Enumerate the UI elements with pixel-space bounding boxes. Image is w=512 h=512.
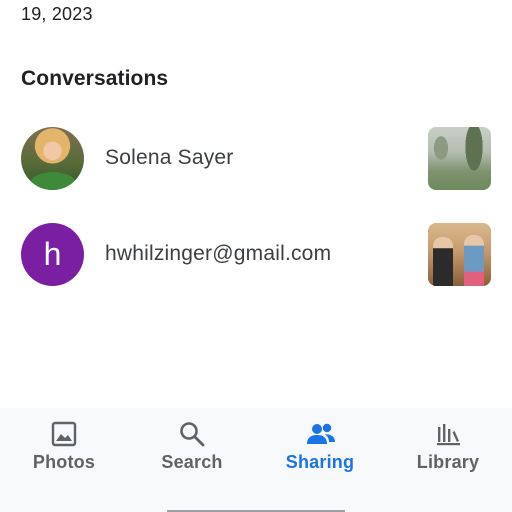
avatar-photo-figure [29, 172, 77, 190]
thumbnail-detail [463, 127, 485, 177]
search-icon [178, 420, 206, 448]
nav-tab-sharing[interactable]: Sharing [256, 408, 384, 498]
thumbnail-detail [433, 237, 453, 286]
people-icon [306, 420, 335, 448]
nav-label: Library [416, 452, 480, 472]
conversations-heading: Conversations [21, 67, 169, 90]
conversation-row[interactable]: h hwhilzinger@gmail.com [0, 214, 512, 294]
thumbnail-detail [464, 235, 484, 286]
photo-icon [50, 420, 78, 448]
contact-avatar [21, 127, 84, 190]
conversation-thumbnail [428, 223, 491, 286]
nav-label: Search [161, 452, 223, 472]
conversation-thumbnail [428, 127, 491, 190]
library-icon [434, 420, 462, 448]
bottom-navigation: Photos Search Sharing Library [0, 408, 512, 512]
contact-avatar: h [21, 223, 84, 286]
nav-label: Photos [32, 452, 96, 472]
nav-tab-photos[interactable]: Photos [0, 408, 128, 498]
avatar-letter: h [43, 236, 62, 272]
date-header: 19, 2023 [21, 4, 93, 24]
nav-label: Sharing [285, 452, 355, 472]
nav-tab-library[interactable]: Library [384, 408, 512, 498]
thumbnail-detail [432, 133, 450, 163]
sharing-screen: 19, 2023 Conversations Solena Sayer h hw… [0, 0, 512, 512]
nav-tab-search[interactable]: Search [128, 408, 256, 498]
conversation-row[interactable]: Solena Sayer [0, 118, 512, 198]
conversation-name: hwhilzinger@gmail.com [105, 242, 332, 265]
conversation-name: Solena Sayer [105, 146, 234, 169]
